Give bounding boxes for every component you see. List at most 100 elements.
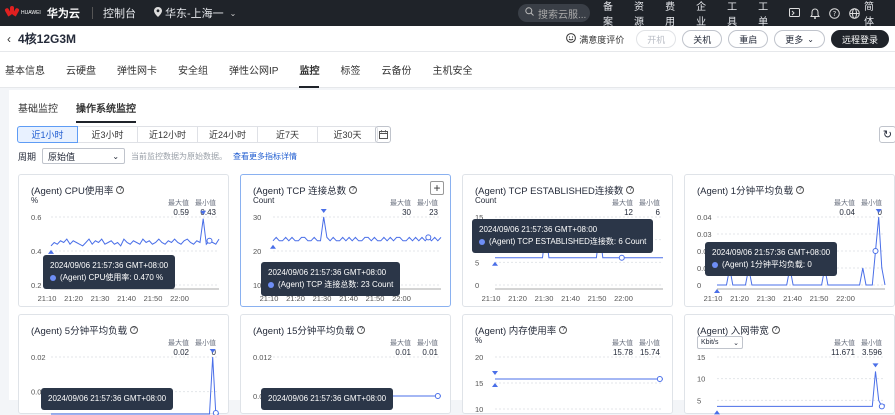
chart-tooltip: 2024/09/06 21:57:36 GMT+08:00(Agent) 1分钟… bbox=[705, 242, 837, 276]
instance-header: ‹ 4核12G3M 满意度评价 开机 关机 重启 更多 ⌄ 远程登录 bbox=[0, 26, 895, 52]
tab-basic-monitoring[interactable]: 基础监控 bbox=[18, 100, 58, 123]
help-icon[interactable]: ? bbox=[829, 7, 840, 19]
tab-basic-info[interactable]: 基本信息 bbox=[5, 52, 45, 88]
metric-card-load-5m[interactable]: (Agent) 5分钟平均负载?最大值0.02最小值00.020.0152024… bbox=[18, 314, 229, 414]
tooltip-time: 2024/09/06 21:57:36 GMT+08:00 bbox=[479, 224, 646, 236]
refresh-icon[interactable]: ↻ bbox=[879, 126, 895, 143]
range-3h[interactable]: 近3小时 bbox=[77, 126, 138, 143]
back-arrow-icon[interactable]: ‹ bbox=[7, 32, 11, 46]
monitoring-panel: 基础监控 操作系统监控 近1小时 近3小时 近12小时 近24小时 近7天 近3… bbox=[9, 90, 895, 400]
top-nav-bar: HUAWEI 华为云 控制台 华东-上海一 ⌄ 搜索云服... 备案 资源 费用… bbox=[0, 0, 895, 26]
more-metrics-link[interactable]: 查看更多指标详情 bbox=[233, 151, 297, 162]
x-tick-label: 21:50 bbox=[588, 294, 607, 303]
x-tick-label: 21:20 bbox=[730, 294, 749, 303]
global-search[interactable]: 搜索云服... bbox=[518, 4, 590, 22]
chevron-down-icon: ⌄ bbox=[112, 152, 119, 161]
x-tick-label: 21:50 bbox=[810, 294, 829, 303]
tab-tags[interactable]: 标签 bbox=[340, 52, 360, 88]
tooltip-value: (Agent) TCP ESTABLISHED连接数: 6 Count bbox=[489, 237, 646, 246]
tab-nic[interactable]: 弹性网卡 bbox=[117, 52, 157, 88]
period-row: 周期 原始值 ⌄ 当前监控数据为原始数据。 查看更多指标详情 bbox=[18, 148, 297, 164]
y-tick-label: 0.04 bbox=[697, 213, 712, 222]
metric-card-load-1m[interactable]: (Agent) 1分钟平均负载?最大值0.04最小值00.040.030.020… bbox=[684, 174, 895, 307]
language-selector[interactable]: 简体 bbox=[864, 0, 882, 28]
time-range-selector: 近1小时 近3小时 近12小时 近24小时 近7天 近30天 bbox=[18, 126, 378, 143]
tab-host-security[interactable]: 主机安全 bbox=[432, 52, 472, 88]
globe-icon[interactable] bbox=[849, 7, 860, 19]
max-marker bbox=[492, 371, 498, 375]
region-selector[interactable]: 华东-上海一 ⌄ bbox=[154, 5, 236, 21]
nav-beian[interactable]: 备案 bbox=[603, 0, 621, 28]
nav-tickets[interactable]: 工单 bbox=[758, 0, 776, 28]
tab-security-group[interactable]: 安全组 bbox=[178, 52, 208, 88]
min-marker bbox=[270, 245, 276, 249]
metric-card-memory-usage[interactable]: (Agent) 内存使用率?%最大值15.78最小值15.74201510 bbox=[462, 314, 673, 414]
range-12h[interactable]: 近12小时 bbox=[137, 126, 198, 143]
metric-card-tcp-total[interactable]: (Agent) TCP 连接总数?Count+最大值30最小值233020102… bbox=[240, 174, 451, 307]
nav-billing[interactable]: 费用 bbox=[665, 0, 683, 28]
line-chart[interactable]: 15105 bbox=[685, 315, 895, 415]
series-dot-icon bbox=[479, 239, 485, 245]
tab-eip[interactable]: 弹性公网IP bbox=[229, 52, 278, 88]
huawei-logo[interactable]: HUAWEI 华为云 bbox=[0, 5, 90, 21]
metric-card-tcp-established[interactable]: (Agent) TCP ESTABLISHED连接数?Count最大值12最小值… bbox=[462, 174, 673, 307]
nav-tools[interactable]: 工具 bbox=[727, 0, 745, 28]
search-icon bbox=[525, 7, 534, 19]
tooltip-value: (Agent) CPU使用率: 0.470 % bbox=[60, 273, 163, 282]
metric-card-inbound-bandwidth[interactable]: (Agent) 入网带宽?Kbit/s⌄最大值11.671最小值3.596151… bbox=[684, 314, 895, 414]
series-dot-icon bbox=[268, 282, 274, 288]
line-chart[interactable]: 201510 bbox=[463, 315, 674, 415]
max-marker bbox=[321, 209, 327, 213]
huawei-logo-icon bbox=[4, 6, 20, 20]
chart-tooltip: 2024/09/06 21:57:36 GMT+08:00(Agent) TCP… bbox=[261, 262, 400, 296]
range-30d[interactable]: 近30天 bbox=[317, 126, 378, 143]
metric-card-load-15m[interactable]: (Agent) 15分钟平均负载?最大值0.01最小值0.010.0120.00… bbox=[240, 314, 451, 414]
brand-name: 华为云 bbox=[47, 5, 80, 21]
period-hint: 当前监控数据为原始数据。 bbox=[131, 151, 227, 162]
top-links: 备案 资源 费用 企业 工具 工单 ? 简体 bbox=[603, 0, 895, 26]
location-icon bbox=[154, 7, 162, 20]
tab-monitoring[interactable]: 监控 bbox=[299, 52, 319, 88]
metric-card-cpu-usage[interactable]: (Agent) CPU使用率?%最大值0.59最小值0.430.60.40.22… bbox=[18, 174, 229, 307]
tab-disks[interactable]: 云硬盘 bbox=[66, 52, 96, 88]
region-label: 华东-上海一 bbox=[165, 5, 224, 21]
period-select[interactable]: 原始值 ⌄ bbox=[42, 148, 125, 164]
nav-enterprise[interactable]: 企业 bbox=[696, 0, 714, 28]
tooltip-row: (Agent) 1分钟平均负载: 0 bbox=[712, 259, 830, 271]
range-1h[interactable]: 近1小时 bbox=[17, 126, 78, 143]
smiley-icon bbox=[566, 33, 576, 45]
calendar-icon[interactable] bbox=[375, 126, 391, 143]
satisfaction-rating[interactable]: 满意度评价 bbox=[566, 33, 624, 46]
range-7d[interactable]: 近7天 bbox=[257, 126, 318, 143]
tooltip-time: 2024/09/06 21:57:36 GMT+08:00 bbox=[48, 393, 166, 405]
power-off-button[interactable]: 关机 bbox=[682, 30, 722, 48]
chevron-down-icon: ⌄ bbox=[230, 9, 237, 18]
x-tick-label: 21:50 bbox=[144, 294, 163, 303]
range-24h[interactable]: 近24小时 bbox=[197, 126, 258, 143]
power-on-button[interactable]: 开机 bbox=[636, 30, 676, 48]
y-tick-label: 5 bbox=[697, 396, 701, 405]
chart-tooltip: 2024/09/06 21:57:36 GMT+08:00(Agent) CPU… bbox=[43, 255, 175, 289]
y-tick-label: 0.6 bbox=[31, 213, 41, 222]
chart-tooltip: 2024/09/06 21:57:36 GMT+08:00(Agent) TCP… bbox=[472, 219, 653, 253]
x-tick-label: 21:30 bbox=[757, 294, 776, 303]
tooltip-row: (Agent) TCP ESTABLISHED连接数: 6 Count bbox=[479, 236, 646, 248]
remote-login-button[interactable]: 远程登录 bbox=[831, 30, 889, 48]
tooltip-value: (Agent) 1分钟平均负载: 0 bbox=[722, 260, 812, 269]
min-marker bbox=[714, 410, 720, 414]
nav-resources[interactable]: 资源 bbox=[634, 0, 652, 28]
tooltip-time: 2024/09/06 21:57:36 GMT+08:00 bbox=[50, 260, 168, 272]
y-tick-label: 0 bbox=[475, 281, 479, 290]
more-button[interactable]: 更多 ⌄ bbox=[774, 30, 825, 48]
bell-icon[interactable] bbox=[809, 7, 820, 19]
message-icon[interactable] bbox=[789, 7, 800, 19]
tab-os-monitoring[interactable]: 操作系统监控 bbox=[76, 100, 136, 123]
tab-backup[interactable]: 云备份 bbox=[381, 52, 411, 88]
tooltip-row: (Agent) CPU使用率: 0.470 % bbox=[50, 272, 168, 284]
tooltip-time: 2024/09/06 21:57:36 GMT+08:00 bbox=[268, 393, 386, 405]
max-marker bbox=[210, 349, 216, 353]
restart-button[interactable]: 重启 bbox=[728, 30, 768, 48]
y-tick-label: 0.012 bbox=[253, 353, 272, 362]
console-link[interactable]: 控制台 bbox=[103, 5, 136, 21]
hover-point bbox=[657, 377, 662, 382]
